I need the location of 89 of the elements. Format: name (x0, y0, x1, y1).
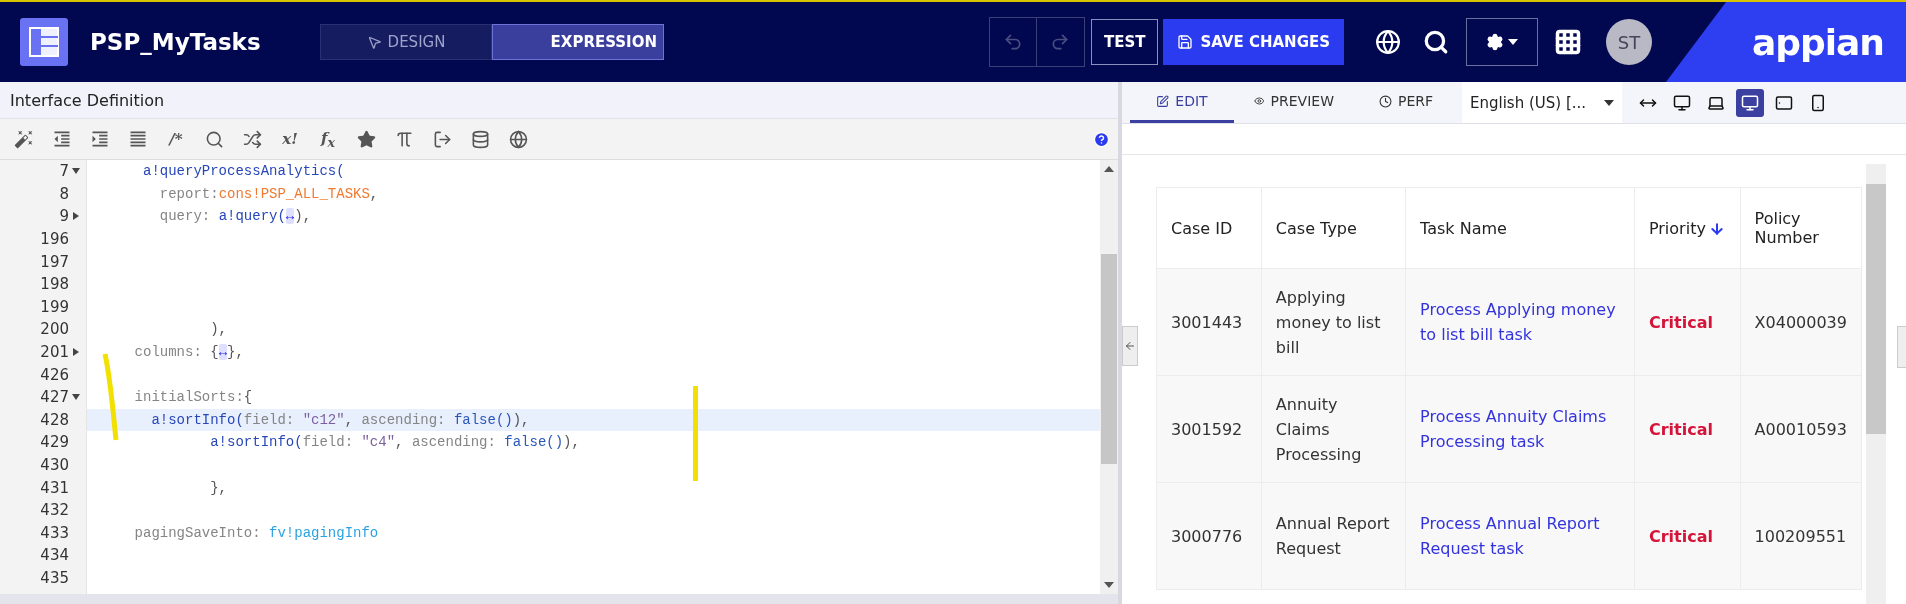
column-header[interactable]: Task Name (1405, 187, 1635, 269)
column-header[interactable]: Policy Number (1740, 187, 1862, 269)
line-number: 426 (40, 365, 69, 384)
comment-button[interactable]: /* (164, 127, 188, 151)
line-number: 198 (40, 275, 69, 294)
caret-icon (1604, 99, 1614, 106)
column-header[interactable]: Priority (1634, 187, 1741, 269)
line-number: 8 (59, 184, 69, 203)
function-button[interactable]: f$_{x}$ (316, 127, 340, 151)
line-number: 431 (40, 478, 69, 497)
mode-tab[interactable]: DESIGN (320, 24, 492, 60)
scrollbar[interactable] (1100, 160, 1118, 594)
code-line: a!sortInfo(field: "c4", ascending: false()), (209, 433, 581, 453)
fold-collapsed-icon[interactable] (73, 348, 79, 357)
help-icon[interactable] (1093, 130, 1110, 148)
preview-tab[interactable]: PREVIEW (1242, 82, 1346, 123)
edit-icon (1156, 94, 1170, 108)
monitor-icon (1673, 93, 1691, 112)
code-line: report:cons!PSP_ALL_TASKS, (158, 184, 380, 204)
column-title: Priority (1648, 218, 1706, 238)
phone-icon (1809, 93, 1827, 112)
line-number: 434 (40, 546, 69, 565)
scrollbar[interactable] (1866, 164, 1886, 604)
undo-icon (1002, 32, 1023, 52)
line-number: 199 (40, 297, 69, 316)
side-handle[interactable] (1897, 326, 1906, 368)
line-number: 7 (59, 162, 69, 181)
line-number: 197 (40, 252, 69, 271)
fold-expanded-icon[interactable] (72, 168, 80, 175)
tablet-icon (1775, 93, 1793, 112)
monitor-icon (1741, 93, 1759, 112)
line-number: 201 (40, 343, 69, 362)
line-number: 427 (40, 388, 69, 407)
preview-tab[interactable]: EDIT (1130, 82, 1234, 123)
line-number: 200 (40, 320, 69, 339)
table-cell: A00010593 (1740, 375, 1862, 483)
column-header[interactable]: Case ID (1156, 187, 1262, 269)
table-cell: X04000039 (1740, 268, 1862, 376)
column-title: Case ID (1171, 218, 1233, 238)
settings-button[interactable] (1466, 18, 1538, 66)
eye-icon (1254, 94, 1265, 108)
redo-icon (1050, 32, 1071, 52)
code-line: initialSorts:{ (133, 388, 254, 408)
priority-label: Critical (1648, 526, 1713, 546)
settings-icon (1486, 33, 1504, 51)
column-title: Task Name (1420, 218, 1507, 238)
code-line: ), (209, 320, 229, 340)
line-number: 428 (40, 410, 69, 429)
table-cell: 100209551 (1740, 482, 1862, 590)
app-title: PSP_MyTasks (90, 29, 262, 55)
preview-tab[interactable]: PERF (1354, 82, 1458, 123)
table-cell: Annuity Claims Processing (1261, 375, 1406, 483)
line-number: 430 (40, 456, 69, 474)
table-cell: 3001443 (1156, 268, 1262, 376)
app-logo-icon (20, 18, 68, 66)
pointer-icon (366, 34, 382, 50)
save-icon (1177, 34, 1194, 50)
line-number: 9 (59, 207, 69, 226)
test-button[interactable]: TEST (1090, 19, 1159, 65)
table-cell: 3000776 (1156, 482, 1262, 590)
priority-label: Critical (1648, 312, 1713, 332)
table-cell: Applying money to list bill (1261, 268, 1406, 376)
line-number: 432 (40, 501, 69, 520)
line-number: 433 (40, 523, 69, 542)
table-cell: Annual Report Request (1261, 482, 1406, 590)
line-number: 435 (40, 569, 69, 587)
caret-icon (1508, 39, 1518, 45)
fold-collapsed-icon[interactable] (73, 212, 79, 221)
column-title: Case Type (1275, 218, 1357, 238)
priority-label: Critical (1648, 419, 1713, 439)
line-number: 196 (40, 230, 69, 249)
code-line: pagingSaveInto: fv!pagingInfo (133, 523, 380, 543)
fold-expanded-icon[interactable] (72, 394, 80, 401)
locale-dropdown[interactable]: English (US) [... (1462, 82, 1622, 123)
clock-icon (1378, 94, 1392, 108)
column-title: Policy Number (1754, 209, 1819, 247)
exclamation-button[interactable]: x! (278, 127, 302, 151)
code-line: }, (209, 478, 229, 498)
panel-title: Interface Definition (10, 90, 165, 110)
code-line: a!queryProcessAnalytics( (142, 162, 346, 182)
user-avatar[interactable]: ST (1606, 19, 1652, 65)
save-button[interactable]: SAVE CHANGES (1163, 19, 1344, 65)
mode-tab[interactable]: EXPRESSION (492, 24, 664, 60)
brand-logo: appian (1751, 21, 1884, 63)
arrow-left-icon (1124, 340, 1136, 352)
tablet-landscape-device-button[interactable] (1736, 88, 1764, 117)
table-cell: 3001592 (1156, 375, 1262, 483)
column-header[interactable]: Case Type (1261, 187, 1406, 269)
line-number: 429 (40, 433, 69, 452)
